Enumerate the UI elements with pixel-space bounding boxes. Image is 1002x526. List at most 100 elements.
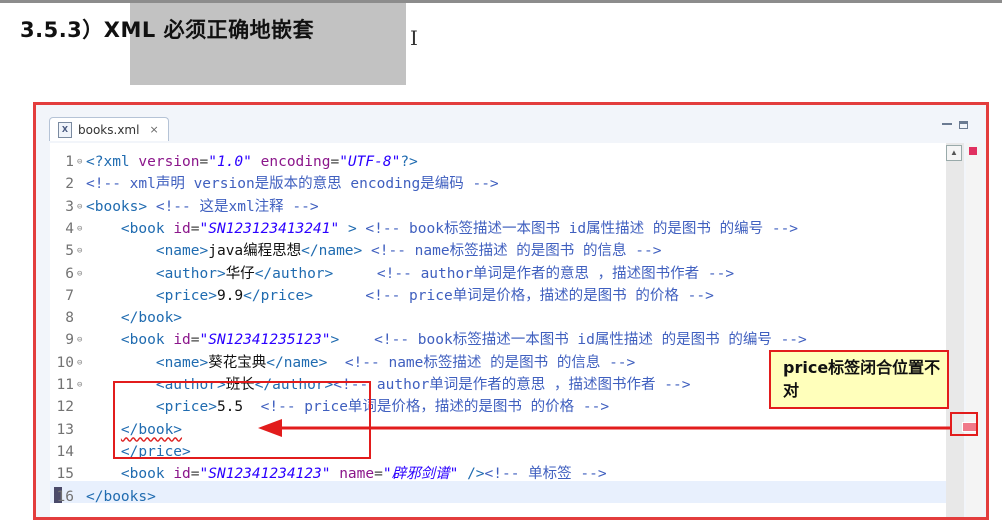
code-token: <!-- author单词是作者的意思 ，描述图书作者 --> xyxy=(333,377,691,393)
code-token: > xyxy=(347,220,357,237)
fold-toggle-icon[interactable]: ⊖ xyxy=(77,352,86,374)
fold-toggle-icon[interactable]: ⊖ xyxy=(77,151,86,173)
code-token: <!-- 单标签 --> xyxy=(484,466,607,483)
code-token: </book> xyxy=(120,310,183,327)
minimize-button[interactable] xyxy=(942,123,952,125)
code-token: </name> xyxy=(301,243,363,260)
code-token: <!-- 这是xml注释 --> xyxy=(155,198,319,215)
code-token: = xyxy=(190,466,200,483)
editor-tab-bar: X books.xml × xyxy=(46,117,986,143)
code-token: 华仔 xyxy=(225,265,255,282)
code-token: id xyxy=(173,466,191,483)
line-number: 13 xyxy=(56,421,74,438)
line-number: 5 xyxy=(65,243,74,260)
code-token: <!-- xml声明 version是版本的意思 encoding是编码 --> xyxy=(86,176,499,193)
vertical-scrollbar[interactable] xyxy=(946,143,964,517)
code-token: <book xyxy=(120,332,174,349)
code-token: "SN12341235123" xyxy=(199,332,331,349)
xml-file-icon: X xyxy=(58,121,72,138)
code-line[interactable]: 8 </book> xyxy=(50,307,182,329)
code-token: = xyxy=(330,154,340,170)
code-line[interactable]: 1 ⊖ <?xml version="1.0" encoding="UTF-8"?> xyxy=(50,151,418,173)
code-line[interactable]: 3 ⊖ <books> <!-- 这是xml注释 --> xyxy=(50,196,319,218)
code-line[interactable]: 16 </books> xyxy=(50,486,156,508)
line-number: 6 xyxy=(65,265,74,282)
line-number: 12 xyxy=(56,399,74,416)
line-number: 8 xyxy=(65,310,74,327)
fold-toggle-icon[interactable]: ⊖ xyxy=(77,196,86,218)
line-number: 16 xyxy=(56,488,74,505)
code-token: <!-- author单词是作者的意思 ，描述图书作者 --> xyxy=(376,265,735,282)
code-line[interactable]: 6 ⊖ <author>华仔</author> <!-- author单词是作者的… xyxy=(50,263,734,285)
code-token: <book xyxy=(120,220,174,237)
line-number: 4 xyxy=(65,220,74,237)
code-token: <!-- name标签描述 的是图书 的信息 --> xyxy=(371,243,662,260)
close-icon[interactable]: × xyxy=(149,123,158,136)
code-token: <!-- book标签描述一本图书 id属性描述 的是图书 的编号 --> xyxy=(365,220,799,237)
line-number: 15 xyxy=(56,466,74,483)
code-token: <!-- book标签描述一本图书 id属性描述 的是图书 的编号 --> xyxy=(374,332,807,349)
fold-toggle-icon[interactable]: ⊖ xyxy=(77,263,86,285)
tab-label: books.xml xyxy=(78,122,140,137)
code-line[interactable]: 9 ⊖ <book id="SN12341235123"> <!-- book标签… xyxy=(50,329,807,351)
code-line[interactable]: 5 ⊖ <name>java编程思想</name> <!-- name标签描述 的… xyxy=(50,240,661,262)
code-line[interactable]: 4 ⊖ <book id="SN123123413241" > <!-- book… xyxy=(50,218,798,240)
line-number: 9 xyxy=(65,332,74,349)
fold-toggle-icon[interactable]: ⊖ xyxy=(77,374,86,396)
code-line[interactable]: 2 <!-- xml声明 version是版本的意思 encoding是编码 --… xyxy=(50,173,499,195)
code-token: <price> xyxy=(155,287,217,304)
code-token: = xyxy=(190,332,200,349)
code-token: "SN12341234123" xyxy=(199,466,331,483)
code-token: version xyxy=(138,154,200,170)
line-number: 11 xyxy=(56,377,74,393)
code-token: <!-- price单词是价格，描述的是图书 的价格 --> xyxy=(365,287,714,304)
code-token: = xyxy=(199,154,209,170)
code-token: <name> xyxy=(155,354,209,371)
code-token: id xyxy=(173,332,191,349)
fold-toggle-icon[interactable]: ⊖ xyxy=(77,218,86,240)
code-token: = xyxy=(190,220,200,237)
code-token: encoding xyxy=(260,154,331,170)
fold-toggle-icon[interactable]: ⊖ xyxy=(77,240,86,262)
code-token: </author> xyxy=(254,265,334,282)
code-token: /> xyxy=(467,466,485,483)
line-number: 3 xyxy=(65,198,74,215)
code-editor[interactable]: 1 ⊖ <?xml version="1.0" encoding="UTF-8"?>… xyxy=(50,143,946,517)
maximize-button[interactable] xyxy=(959,121,968,129)
code-token: 葵花宝典 xyxy=(208,354,267,371)
scroll-up-arrow-icon[interactable]: ▲ xyxy=(946,145,962,161)
tab-books-xml[interactable]: X books.xml × xyxy=(49,117,169,141)
code-token: </books> xyxy=(86,488,156,505)
code-token: </name> xyxy=(266,354,328,371)
overview-ruler xyxy=(966,143,982,517)
code-line[interactable]: 10 ⊖ <name>葵花宝典</name> <!-- name标签描述 的是图书… xyxy=(50,352,636,374)
line-number: 2 xyxy=(65,176,74,193)
fold-toggle-icon[interactable]: ⊖ xyxy=(77,329,86,351)
code-token: > xyxy=(330,332,340,349)
code-token: <books> xyxy=(86,198,148,215)
code-line[interactable]: 7 <price>9.9</price> <!-- price单词是价格，描述的… xyxy=(50,285,714,307)
slide-title: 3.5.3）XML 必须正确地嵌套 xyxy=(20,18,315,42)
error-summary-icon[interactable] xyxy=(969,147,977,155)
callout-note: price标签闭合位置不对 xyxy=(769,350,949,409)
text-cursor-icon: I xyxy=(410,26,418,50)
code-token: "辟邪剑谱" xyxy=(382,466,459,483)
code-line[interactable]: 15 <book id="SN12341234123" name="辟邪剑谱" … xyxy=(50,463,607,485)
